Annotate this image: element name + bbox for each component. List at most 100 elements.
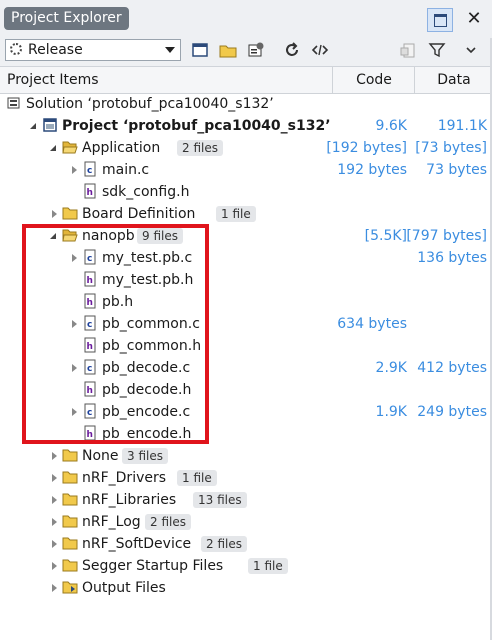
data-size: [73 bytes]: [415, 140, 487, 156]
tree-item-label: Solution ‘protobuf_pca10040_s132’: [26, 96, 274, 112]
tree-row[interactable]: c pb_encode.c 1.9K 249 bytes: [0, 401, 492, 423]
tree-item-label: pb_common.h: [102, 338, 202, 354]
collapsed-arrow-icon[interactable]: [52, 584, 57, 592]
tree-row[interactable]: None 3 files: [0, 445, 492, 467]
folder-icon: [62, 535, 78, 551]
column-project-items[interactable]: Project Items: [7, 67, 99, 93]
svg-text:h: h: [87, 430, 93, 440]
collapsed-arrow-icon[interactable]: [52, 562, 57, 570]
code-size: 9.6K: [375, 118, 407, 134]
folder-icon: [62, 513, 78, 529]
tree-row[interactable]: c my_test.pb.c 136 bytes: [0, 247, 492, 269]
new-file-icon[interactable]: [399, 41, 417, 59]
svg-text:h: h: [87, 342, 93, 352]
data-size: 249 bytes: [417, 404, 487, 420]
collapsed-arrow-icon[interactable]: [72, 166, 77, 174]
tree-row[interactable]: h pb.h: [0, 291, 492, 313]
tree-item-label: main.c: [102, 162, 150, 178]
open-folder-icon[interactable]: [219, 41, 237, 59]
collapsed-arrow-icon[interactable]: [52, 210, 57, 218]
file-count-badge: 3 files: [122, 448, 168, 464]
title-bar: Project Explorer ✕: [0, 0, 492, 38]
collapsed-arrow-icon[interactable]: [52, 474, 57, 482]
maximize-button[interactable]: [427, 8, 453, 32]
build-options-icon[interactable]: [247, 41, 265, 59]
h-file-icon: h: [82, 381, 98, 397]
column-data[interactable]: Data: [414, 67, 492, 93]
c-file-icon: c: [82, 403, 98, 419]
tree-row[interactable]: c main.c 192 bytes 73 bytes: [0, 159, 492, 181]
chevron-down-icon[interactable]: [462, 41, 480, 59]
folder-icon: [62, 205, 78, 221]
tree-item-label: my_test.pb.h: [102, 272, 194, 288]
expanded-arrow-icon[interactable]: [30, 123, 36, 129]
folder-open-icon: [62, 139, 78, 155]
tree-item-label: pb_decode.c: [102, 360, 191, 376]
code-size: 634 bytes: [337, 316, 407, 332]
h-file-icon: h: [82, 183, 98, 199]
tree-row[interactable]: c pb_common.c 634 bytes: [0, 313, 492, 335]
tree-row[interactable]: Solution ‘protobuf_pca10040_s132’: [0, 93, 492, 115]
folder-icon: [62, 491, 78, 507]
configuration-icon: [10, 43, 22, 55]
column-code[interactable]: Code: [332, 67, 415, 93]
configuration-select[interactable]: Release: [5, 39, 181, 61]
chevron-down-icon: [165, 47, 175, 53]
toolbar: Release: [0, 38, 492, 67]
configuration-label: Release: [28, 42, 83, 58]
close-button[interactable]: ✕: [462, 8, 486, 30]
c-file-icon: c: [82, 161, 98, 177]
code-size: 1.9K: [375, 404, 407, 420]
tree-row[interactable]: nRF_Log 2 files: [0, 511, 492, 533]
expanded-arrow-icon[interactable]: [50, 145, 56, 151]
tree-row[interactable]: h pb_decode.h: [0, 379, 492, 401]
tree-row[interactable]: Project ‘protobuf_pca10040_s132’ 9.6K 191.…: [0, 115, 492, 137]
maximize-icon: [433, 14, 447, 27]
tree-row[interactable]: h my_test.pb.h: [0, 269, 492, 291]
tree-item-label: Board Definition: [82, 206, 196, 222]
tree-row[interactable]: nRF_SoftDevice 2 files: [0, 533, 492, 555]
tree-item-label: pb_encode.h: [102, 426, 192, 442]
svg-text:h: h: [87, 298, 93, 308]
svg-text:h: h: [87, 188, 93, 198]
h-file-icon: h: [82, 293, 98, 309]
project-icon: [42, 117, 58, 133]
code-icon[interactable]: [311, 41, 329, 59]
tree-item-label: pb_decode.h: [102, 382, 192, 398]
collapsed-arrow-icon[interactable]: [52, 540, 57, 548]
collapsed-arrow-icon[interactable]: [72, 408, 77, 416]
h-file-icon: h: [82, 425, 98, 441]
tree-item-label: pb_common.c: [102, 316, 200, 332]
filter-icon[interactable]: [428, 41, 446, 59]
collapsed-arrow-icon[interactable]: [72, 320, 77, 328]
collapsed-arrow-icon[interactable]: [52, 518, 57, 526]
file-count-badge: 2 files: [145, 514, 191, 530]
expanded-arrow-icon[interactable]: [50, 233, 56, 239]
tree-row[interactable]: nRF_Libraries 13 files: [0, 489, 492, 511]
folder-icon: [62, 469, 78, 485]
collapsed-arrow-icon[interactable]: [52, 452, 57, 460]
tree-row[interactable]: Output Files: [0, 577, 492, 599]
tree-row[interactable]: c pb_decode.c 2.9K 412 bytes: [0, 357, 492, 379]
c-file-icon: c: [82, 359, 98, 375]
tree-row[interactable]: h pb_encode.h: [0, 423, 492, 445]
tree-row[interactable]: h pb_common.h: [0, 335, 492, 357]
tree-row[interactable]: Board Definition 1 file: [0, 203, 492, 225]
data-size: 191.1K: [437, 118, 487, 134]
tree-row[interactable]: Segger Startup Files 1 file: [0, 555, 492, 577]
tree-row[interactable]: Application 2 files [192 bytes] [73 bytes]: [0, 137, 492, 159]
tree-item-label: Output Files: [82, 580, 166, 596]
refresh-icon[interactable]: [283, 41, 301, 59]
tree-item-label: None: [82, 448, 119, 464]
properties-icon[interactable]: [191, 41, 209, 59]
collapsed-arrow-icon[interactable]: [72, 254, 77, 262]
tree-row[interactable]: nRF_Drivers 1 file: [0, 467, 492, 489]
collapsed-arrow-icon[interactable]: [72, 364, 77, 372]
tree-item-label: nRF_SoftDevice: [82, 536, 192, 552]
c-file-icon: c: [82, 315, 98, 331]
code-size: [192 bytes]: [326, 140, 407, 156]
tree-row[interactable]: h sdk_config.h: [0, 181, 492, 203]
collapsed-arrow-icon[interactable]: [52, 496, 57, 504]
tree-row[interactable]: nanopb 9 files [5.5K] [797 bytes]: [0, 225, 492, 247]
file-count-badge: 1 file: [216, 206, 256, 222]
